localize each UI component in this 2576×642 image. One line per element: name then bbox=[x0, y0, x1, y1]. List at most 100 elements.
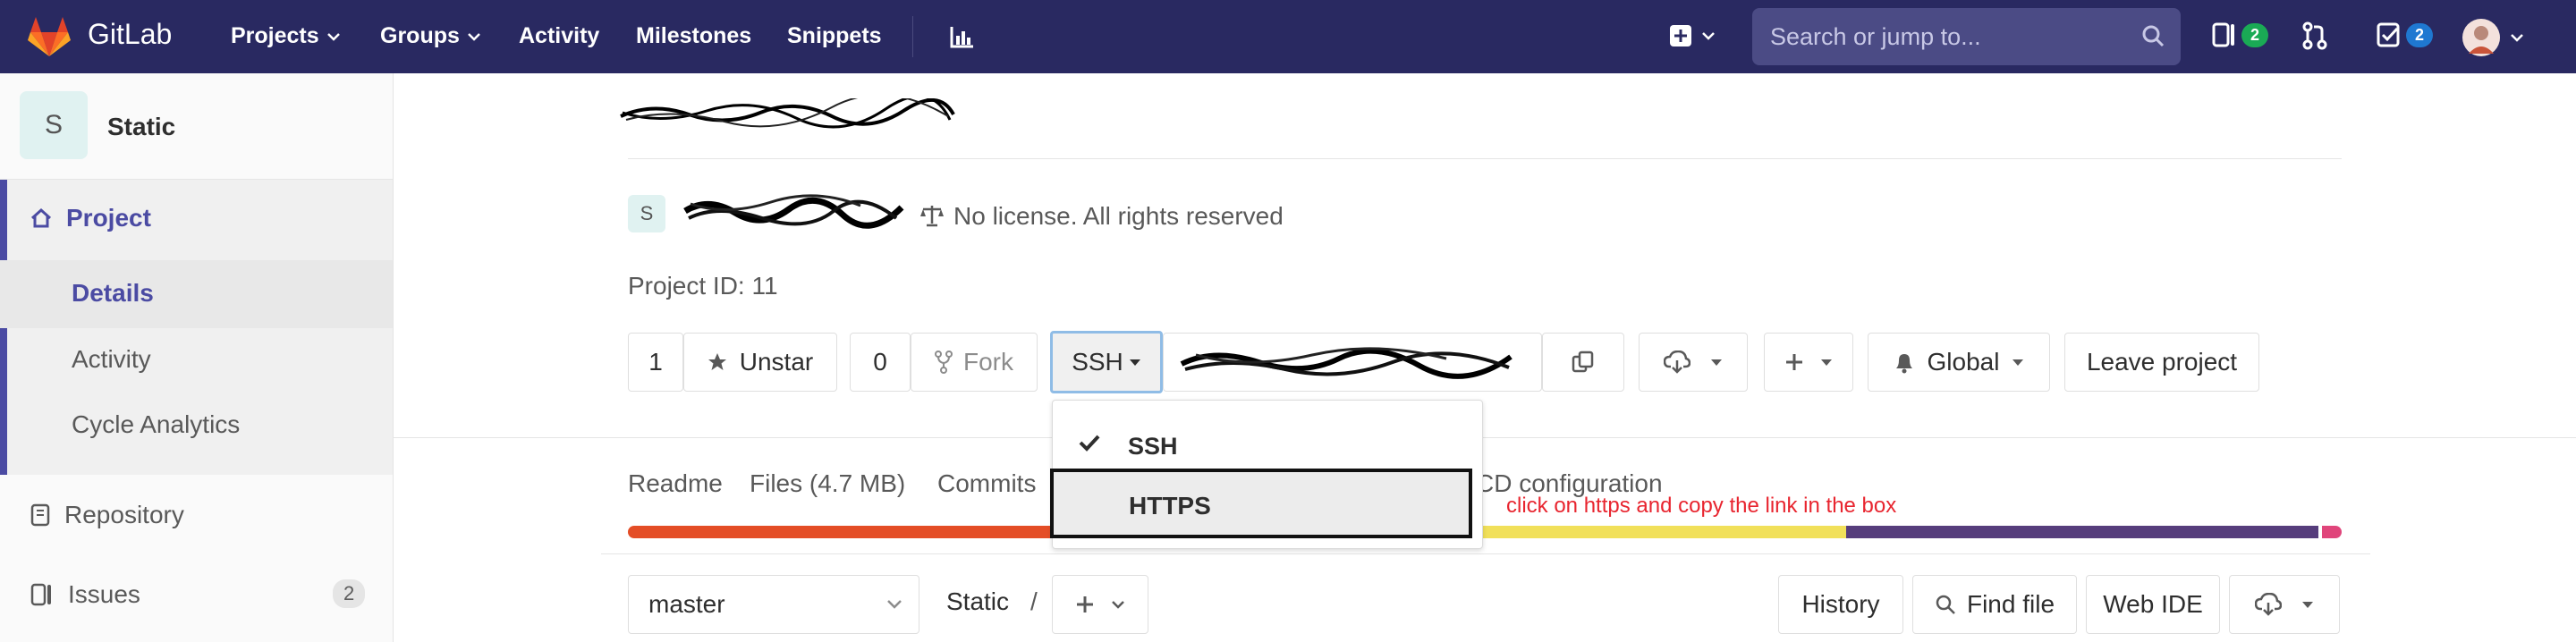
tab-readme[interactable]: Readme bbox=[628, 469, 723, 498]
chevron-down-icon bbox=[2510, 33, 2524, 42]
search-input[interactable]: Search or jump to... bbox=[1770, 23, 1981, 51]
unstar-button[interactable]: Unstar bbox=[683, 333, 837, 392]
notification-label: Global bbox=[1927, 348, 2000, 376]
search-icon bbox=[1935, 594, 1956, 615]
new-item-dropdown[interactable] bbox=[1669, 24, 1716, 47]
chevron-down-icon bbox=[1111, 600, 1125, 609]
fork-icon bbox=[935, 351, 953, 374]
gitlab-logo-icon[interactable] bbox=[27, 16, 72, 57]
bell-icon bbox=[1894, 351, 1915, 374]
sidebar-item-activity[interactable]: Activity bbox=[72, 345, 151, 374]
nav-projects[interactable]: Projects bbox=[231, 23, 341, 49]
sidebar-item-issues[interactable]: Issues bbox=[30, 580, 140, 609]
caret-down-icon bbox=[1820, 358, 1833, 367]
download-source-dropdown[interactable] bbox=[2229, 575, 2340, 634]
issues-nav[interactable]: 2 bbox=[2211, 21, 2269, 48]
star-icon bbox=[708, 352, 727, 372]
leave-project-button[interactable]: Leave project bbox=[2064, 333, 2259, 392]
license-text[interactable]: No license. All rights reserved bbox=[953, 202, 1284, 231]
dropdown-item-https-label: HTTPS bbox=[1129, 492, 1211, 520]
chevron-down-icon bbox=[467, 32, 481, 41]
dropdown-item-ssh[interactable]: SSH bbox=[1128, 433, 1178, 460]
clone-url-input[interactable] bbox=[1163, 333, 1542, 392]
project-sidebar: S Static Project Details Activity Cycle … bbox=[0, 73, 394, 642]
language-bar-segment-1 bbox=[628, 526, 1052, 538]
fork-count[interactable]: 0 bbox=[850, 333, 911, 392]
add-file-dropdown[interactable] bbox=[1052, 575, 1148, 634]
path-root[interactable]: Static bbox=[946, 587, 1009, 616]
project-id: Project ID: 11 bbox=[628, 272, 778, 300]
chart-icon[interactable] bbox=[950, 25, 975, 48]
breadcrumb-divider bbox=[628, 158, 2342, 159]
todo-check-icon bbox=[2376, 21, 2402, 48]
download-cloud-icon bbox=[1664, 351, 1690, 374]
chevron-down-icon bbox=[1701, 31, 1716, 40]
merge-request-icon[interactable] bbox=[2302, 21, 2327, 50]
home-icon bbox=[30, 207, 52, 229]
todos-nav[interactable]: 2 bbox=[2376, 21, 2434, 48]
search-bar[interactable]: Search or jump to... bbox=[1752, 8, 2181, 65]
sidebar-item-cycle-analytics[interactable]: Cycle Analytics bbox=[72, 410, 240, 439]
nav-activity[interactable]: Activity bbox=[519, 23, 599, 49]
nav-groups-label: Groups bbox=[380, 23, 460, 48]
sidebar-project-name[interactable]: Static bbox=[107, 113, 175, 141]
protocol-dropdown-toggle[interactable]: SSH bbox=[1050, 331, 1163, 393]
caret-down-icon bbox=[1710, 358, 1723, 367]
nav-milestones[interactable]: Milestones bbox=[636, 23, 751, 49]
web-ide-button[interactable]: Web IDE bbox=[2086, 575, 2220, 634]
language-bar-segment-2 bbox=[1481, 526, 1846, 538]
chevron-down-icon bbox=[326, 32, 341, 41]
redacted-breadcrumb bbox=[617, 98, 957, 131]
history-button[interactable]: History bbox=[1778, 575, 1903, 634]
sidebar-item-project[interactable]: Project bbox=[30, 204, 151, 232]
nav-divider bbox=[912, 16, 913, 57]
nav-snippets[interactable]: Snippets bbox=[787, 23, 882, 49]
language-bar-segment-3 bbox=[1846, 526, 2318, 538]
caret-down-icon bbox=[1129, 358, 1141, 367]
language-bar-segment-4 bbox=[2322, 526, 2342, 538]
caret-down-icon bbox=[2012, 358, 2024, 367]
protocol-label: SSH bbox=[1072, 348, 1123, 376]
dropdown-item-https[interactable]: HTTPS bbox=[1050, 469, 1472, 538]
nav-groups[interactable]: Groups bbox=[380, 23, 481, 49]
user-menu[interactable] bbox=[2462, 18, 2524, 57]
plus-icon bbox=[1784, 352, 1804, 372]
caret-down-icon bbox=[2301, 600, 2314, 609]
gitlab-brand[interactable]: GitLab bbox=[88, 18, 172, 51]
fork-label: Fork bbox=[963, 348, 1013, 376]
user-avatar bbox=[2462, 18, 2501, 57]
sidebar-active-sub-bg bbox=[0, 260, 393, 328]
copy-url-button[interactable] bbox=[1542, 333, 1624, 392]
branch-label: master bbox=[648, 590, 725, 618]
project-avatar[interactable]: S bbox=[20, 91, 88, 159]
scale-icon bbox=[919, 204, 945, 227]
sidebar-item-issues-label: Issues bbox=[68, 580, 140, 608]
sidebar-item-repository[interactable]: Repository bbox=[30, 501, 184, 529]
nav-projects-label: Projects bbox=[231, 23, 319, 48]
copy-icon bbox=[1572, 351, 1595, 374]
chevron-down-icon bbox=[886, 599, 902, 610]
branch-selector[interactable]: master bbox=[628, 575, 919, 634]
project-avatar-small: S bbox=[628, 195, 665, 232]
notification-dropdown[interactable]: Global bbox=[1868, 333, 2050, 392]
tab-commits[interactable]: Commits bbox=[937, 469, 1036, 498]
plus-square-icon bbox=[1669, 24, 1692, 47]
add-dropdown[interactable] bbox=[1764, 333, 1853, 392]
plus-icon bbox=[1075, 595, 1095, 614]
fork-button[interactable]: Fork bbox=[911, 333, 1038, 392]
find-file-button[interactable]: Find file bbox=[1912, 575, 2077, 634]
sidebar-item-details[interactable]: Details bbox=[72, 279, 154, 308]
download-dropdown[interactable] bbox=[1639, 333, 1748, 392]
download-cloud-icon bbox=[2255, 593, 2282, 616]
path-separator: / bbox=[1030, 587, 1038, 615]
issues-icon bbox=[2211, 21, 2238, 48]
redacted-clone-url bbox=[1180, 347, 1513, 379]
sidebar-item-project-label: Project bbox=[66, 204, 151, 232]
star-count[interactable]: 1 bbox=[628, 333, 683, 392]
top-navbar: GitLab Projects Groups Activity Mileston… bbox=[0, 0, 2576, 73]
issues-icon bbox=[30, 583, 54, 606]
find-file-label: Find file bbox=[1966, 590, 2055, 618]
issues-count-pill: 2 bbox=[333, 579, 366, 608]
tab-files[interactable]: Files (4.7 MB) bbox=[750, 469, 905, 498]
redacted-project-title bbox=[682, 191, 905, 232]
